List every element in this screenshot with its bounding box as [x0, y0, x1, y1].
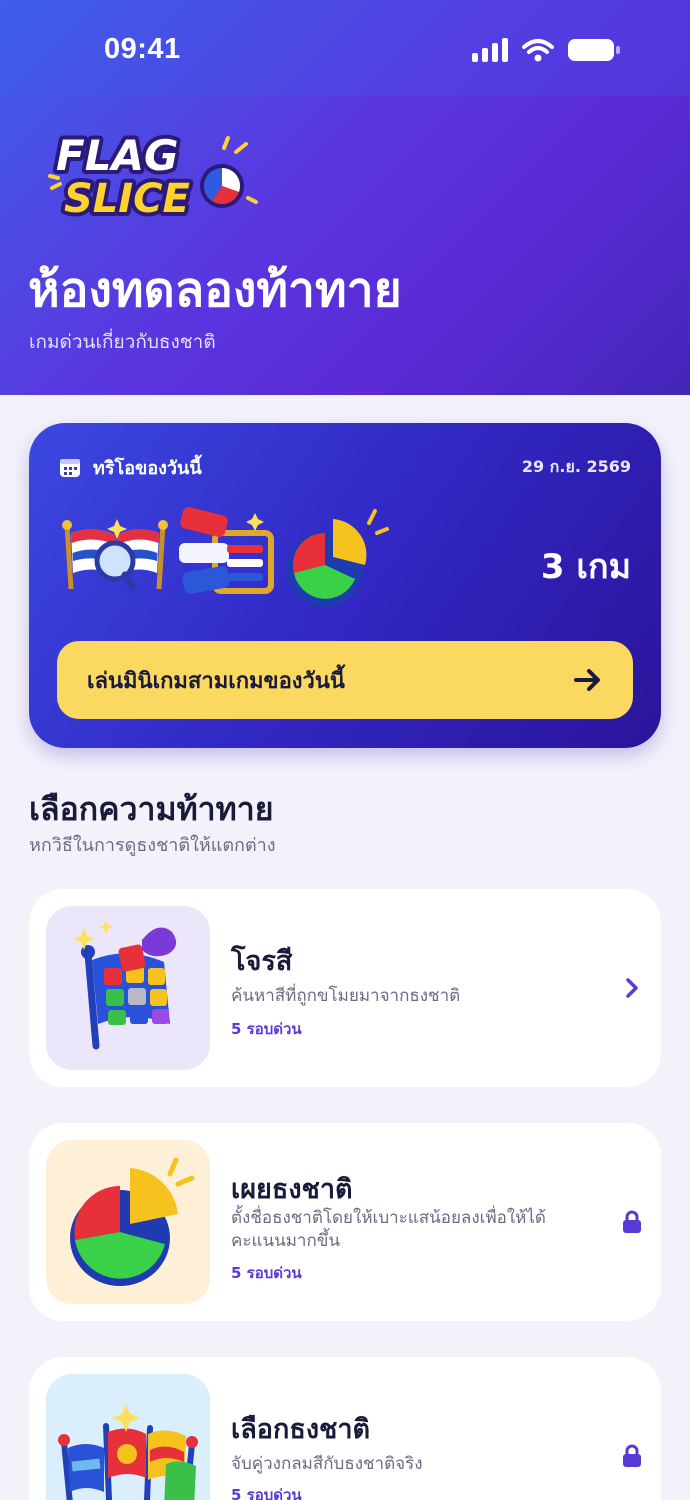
challenge-rounds: 5 รอบด่วน — [231, 1486, 302, 1500]
daily-trio-count: 3 เกม — [540, 547, 631, 587]
status-time: 09:41 — [104, 33, 181, 65]
wifi-icon — [522, 39, 554, 62]
daily-trio-label: ทริโอของวันนี้ — [93, 458, 202, 479]
play-daily-trio-label: เล่นมินิเกมสามเกมของวันนี้ — [87, 668, 345, 694]
calendar-icon — [60, 458, 80, 477]
section-subtitle: หกวิธีในการดูธงชาติให้แตกต่าง — [29, 835, 276, 856]
challenge-locked-indicator — [619, 1443, 645, 1469]
challenge-rounds: 5 รอบด่วน — [231, 1020, 302, 1038]
lock-icon — [623, 1444, 641, 1467]
challenge-title: เลือกธงชาติ — [231, 1414, 371, 1445]
lock-icon — [623, 1210, 641, 1233]
challenge-tile — [46, 906, 210, 1070]
challenge-title: เผยธงชาติ — [231, 1174, 353, 1205]
page-title: ห้องทดลองท้าทาย — [28, 262, 402, 318]
flag-slice-logo: FLAG FLAG SLICE SLICE — [48, 127, 258, 222]
blocks-flag-icon — [179, 507, 274, 594]
svg-text:SLICE: SLICE — [64, 176, 190, 222]
challenge-card-flag-reveal[interactable]: เผยธงชาติ ตั้งชื่อธงชาติโดยให้เบาะแสน้อย… — [29, 1123, 661, 1321]
challenge-description: ตั้งชื่อธงชาติโดยให้เบาะแสน้อยลงเพื่อให้… — [231, 1208, 546, 1251]
section-title: เลือกความท้าทาย — [29, 790, 274, 828]
daily-trio-label-group: ทริโอของวันนี้ — [59, 453, 202, 482]
status-icons — [472, 38, 620, 62]
challenge-description: จับคู่วงกลมสีกับธงชาติจริง — [231, 1454, 423, 1474]
arrow-right-icon — [574, 669, 600, 691]
signal-icon — [472, 38, 508, 62]
challenge-card-flag-pick[interactable]: เลือกธงชาติ จับคู่วงกลมสีกับธงชาติจริง 5… — [29, 1357, 661, 1500]
magnifier-flags-icon — [62, 519, 168, 591]
pie-reveal-icon — [70, 1157, 195, 1286]
challenge-title: โจรสี — [231, 946, 293, 977]
daily-trio-date: 29 ก.ย. 2569 — [521, 457, 631, 476]
challenge-description: ค้นหาสีที่ถูกขโมยมาจากธงชาติ — [231, 986, 461, 1006]
battery-icon — [568, 39, 620, 61]
page-subtitle: เกมด่วนเกี่ยวกับธงชาติ — [29, 331, 216, 353]
daily-games-illustration — [62, 507, 389, 607]
color-flag-icon — [73, 920, 177, 1050]
play-daily-trio-button[interactable]: เล่นมินิเกมสามเกมของวันนี้ — [57, 641, 633, 719]
chevron-right-icon — [626, 978, 638, 998]
challenge-rounds: 5 รอบด่วน — [231, 1264, 302, 1282]
flags-pick-icon — [58, 1404, 198, 1500]
svg-text:FLAG: FLAG — [56, 131, 178, 180]
challenge-open-action[interactable] — [619, 975, 645, 1001]
hero-header: 09:41 FLAG FLAG SLICE SLICE ห้องทดลองท้า… — [0, 0, 690, 395]
challenge-tile — [46, 1374, 210, 1500]
challenge-locked-indicator — [619, 1209, 645, 1235]
challenge-tile — [46, 1140, 210, 1304]
daily-trio-card: ทริโอของวันนี้ 29 ก.ย. 2569 3 เกม เล่นมิ… — [29, 423, 661, 748]
challenge-card-color-thief[interactable]: โจรสี ค้นหาสีที่ถูกขโมยมาจากธงชาติ 5 รอบ… — [29, 889, 661, 1087]
pie-chart-icon — [287, 509, 389, 607]
